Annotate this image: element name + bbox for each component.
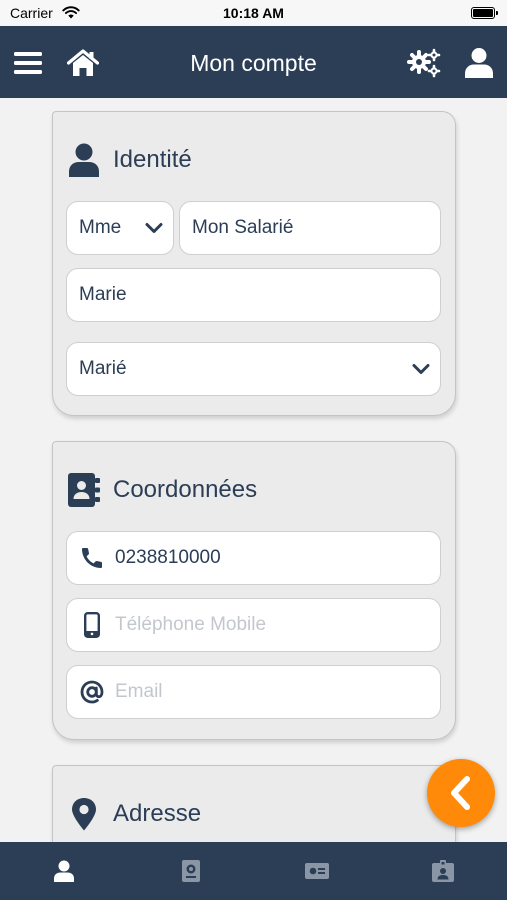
phone-icon — [79, 545, 105, 571]
contact-card: Coordonnées 0238810000 Téléphone Mobile — [52, 441, 456, 740]
tab-payments[interactable] — [305, 859, 329, 883]
address-book-icon — [67, 472, 101, 508]
civility-value: Mme — [79, 217, 122, 238]
id-badge-icon — [432, 860, 454, 882]
tab-bar — [0, 842, 507, 900]
address-card: Adresse — [52, 765, 456, 842]
at-sign-icon — [79, 679, 105, 705]
chevron-down-icon — [145, 223, 163, 233]
phone-input[interactable]: 0238810000 — [66, 531, 441, 585]
mobile-phone-placeholder: Téléphone Mobile — [115, 614, 267, 635]
passport-icon — [182, 860, 200, 882]
tab-account[interactable] — [52, 859, 76, 883]
tab-badge[interactable] — [431, 859, 455, 883]
user-icon — [67, 142, 101, 178]
identity-title: Identité — [113, 146, 192, 173]
first-name-input[interactable]: Marie — [66, 268, 441, 322]
user-icon[interactable] — [462, 46, 496, 80]
email-placeholder: Email — [115, 681, 163, 702]
civility-select[interactable]: Mme — [66, 201, 174, 255]
address-title: Adresse — [113, 800, 202, 827]
gears-icon[interactable] — [407, 46, 441, 80]
chevron-down-icon — [412, 364, 430, 374]
mobile-phone-icon — [79, 612, 105, 638]
identity-card: Identité Mme Mon Salarié Marie Marié — [52, 111, 456, 416]
back-button[interactable] — [427, 759, 495, 827]
last-name-value: Mon Salarié — [192, 217, 294, 238]
mobile-phone-input[interactable]: Téléphone Mobile — [66, 598, 441, 652]
marital-status-select[interactable]: Marié — [66, 342, 441, 396]
tab-documents[interactable] — [179, 859, 203, 883]
email-input[interactable]: Email — [66, 665, 441, 719]
first-name-value: Marie — [79, 284, 127, 305]
battery-icon — [471, 7, 498, 19]
nav-bar: Mon compte — [0, 26, 507, 98]
clock-label: 10:18 AM — [223, 5, 284, 21]
user-icon — [54, 860, 74, 882]
contact-header: Coordonnées — [67, 472, 257, 508]
account-form[interactable]: Identité Mme Mon Salarié Marie Marié Coo… — [0, 98, 507, 842]
phone-value: 0238810000 — [115, 547, 221, 568]
last-name-input[interactable]: Mon Salarié — [179, 201, 441, 255]
money-bill-icon — [305, 863, 329, 879]
chevron-left-icon — [451, 776, 470, 810]
status-bar: Carrier 10:18 AM — [0, 0, 507, 26]
contact-title: Coordonnées — [113, 476, 258, 503]
address-header: Adresse — [67, 796, 201, 832]
map-marker-icon — [67, 796, 101, 832]
identity-header: Identité — [67, 142, 192, 178]
marital-status-value: Marié — [79, 358, 127, 379]
